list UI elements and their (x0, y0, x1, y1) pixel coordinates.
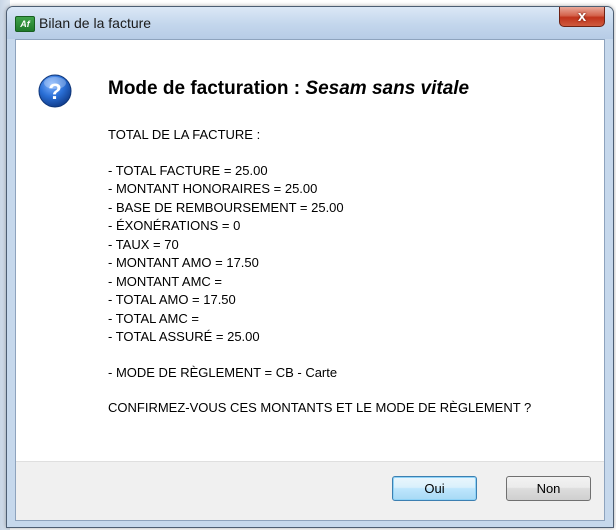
summary-line-base-remboursement: - BASE DE REMBOURSEMENT = 25.00 (108, 199, 344, 215)
no-button[interactable]: Non (506, 476, 591, 501)
invoice-summary: TOTAL DE LA FACTURE : - TOTAL FACTURE = … (108, 126, 598, 418)
summary-line-total-facture: - TOTAL FACTURE = 25.00 (108, 162, 268, 178)
question-icon: ? (38, 74, 72, 108)
summary-line-montant-amc: - MONTANT AMC = (108, 273, 222, 289)
billing-mode: Sesam sans vitale (305, 78, 470, 99)
button-bar: Oui Non (16, 461, 604, 520)
summary-line-montant-amo: - MONTANT AMO = 17.50 (108, 255, 259, 270)
close-button[interactable]: x (559, 7, 605, 27)
dialog-heading: Mode de facturation : Sesam sans vitale (108, 78, 469, 100)
summary-line-exonerations: - ÉXONÉRATIONS = 0 (108, 218, 241, 233)
summary-line-total-assure: - TOTAL ASSURÉ = 25.00 (108, 329, 260, 344)
heading-prefix: Mode de facturation : (108, 78, 306, 99)
yes-button[interactable]: Oui (392, 476, 477, 501)
summary-line-total-amc: - TOTAL AMC = (108, 310, 199, 326)
summary-line-total-amo: - TOTAL AMO = 17.50 (108, 292, 236, 307)
payment-mode-line: - MODE DE RÈGLEMENT = CB - Carte (108, 364, 338, 380)
dialog-content: ? Mode de facturation : Sesam sans vital… (15, 39, 605, 521)
app-logo-icon: Af (15, 16, 35, 32)
dialog-window: Af Bilan de la facture x ? Mode de factu… (6, 6, 614, 528)
total-header: TOTAL DE LA FACTURE : (108, 127, 261, 142)
window-title: Bilan de la facture (39, 15, 152, 31)
confirm-question: CONFIRMEZ-VOUS CES MONTANTS ET LE MODE D… (108, 400, 532, 415)
summary-line-taux: - TAUX = 70 (108, 236, 179, 252)
summary-line-montant-honoraires: - MONTANT HONORAIRES = 25.00 (108, 181, 318, 196)
svg-text:?: ? (48, 79, 61, 104)
title-bar[interactable]: Af Bilan de la facture x (7, 7, 613, 39)
